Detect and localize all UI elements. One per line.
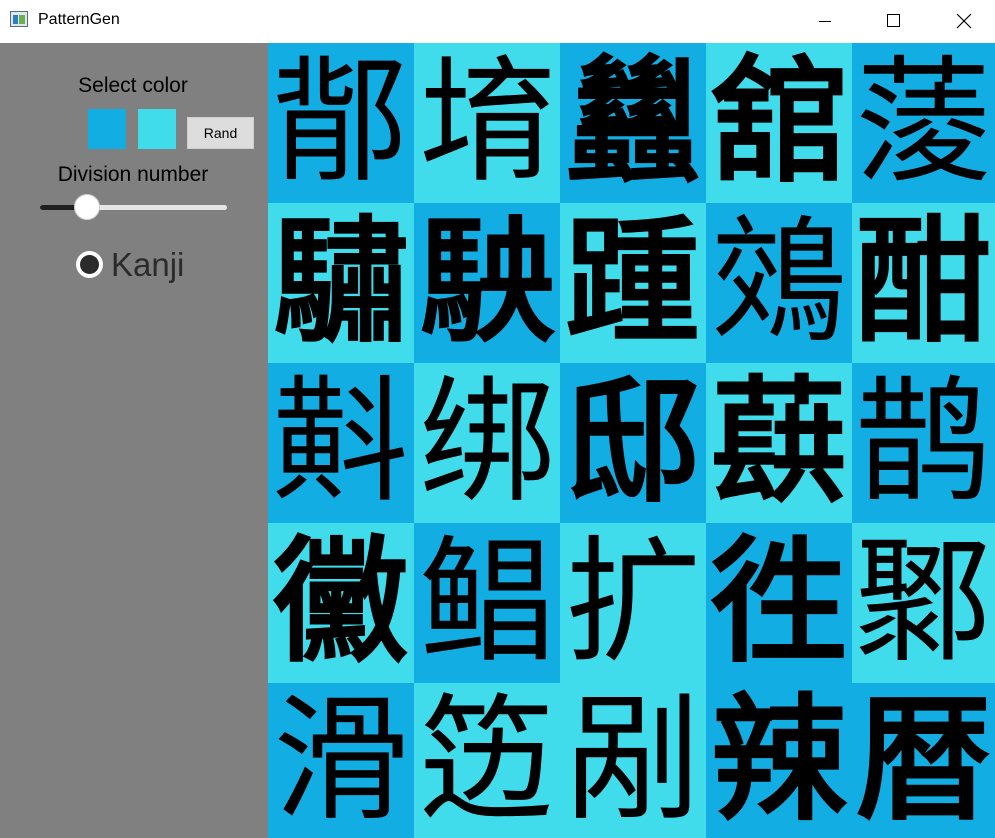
- kanji-cell: 斢: [268, 363, 414, 523]
- kanji-cell: 剐: [560, 683, 706, 838]
- window-title: PatternGen: [38, 11, 120, 28]
- kanji-cell: 鵁: [706, 203, 852, 363]
- rand-button[interactable]: Rand: [187, 117, 254, 149]
- kanji-cell: 徃: [706, 523, 852, 683]
- maximize-button[interactable]: [870, 0, 916, 43]
- control-panel: Select color Rand Division number Kanji: [0, 43, 268, 838]
- kanji-cell: 蕻: [706, 363, 852, 523]
- kanji-cell: 蠿: [560, 43, 706, 203]
- division-number-label: Division number: [57, 163, 209, 186]
- kanji-cell: 鲳: [414, 523, 560, 683]
- pattern-grid: 鄁堉蠿舘蔆驌駚踵鵁酣斢绑邸蕻鹊黴鲳扩徃鄹滑笾剐辣暦: [268, 43, 995, 838]
- division-slider-thumb[interactable]: [73, 194, 100, 220]
- minimize-icon: [819, 21, 831, 22]
- kanji-cell: 酣: [852, 203, 995, 363]
- title-bar: PatternGen: [0, 0, 995, 43]
- kanji-cell: 滑: [268, 683, 414, 838]
- close-button[interactable]: [940, 0, 986, 43]
- kanji-cell: 鄹: [852, 523, 995, 683]
- kanji-cell: 黴: [268, 523, 414, 683]
- kanji-cell: 舘: [706, 43, 852, 203]
- kanji-cell: 駚: [414, 203, 560, 363]
- minimize-button[interactable]: [802, 0, 848, 43]
- kanji-radio-button[interactable]: [76, 251, 103, 278]
- kanji-cell: 堉: [414, 43, 560, 203]
- app-icon: [10, 11, 28, 27]
- kanji-cell: 踵: [560, 203, 706, 363]
- kanji-cell: 鹊: [852, 363, 995, 523]
- kanji-cell: 邸: [560, 363, 706, 523]
- kanji-cell: 辣: [706, 683, 852, 838]
- color-swatch-1[interactable]: [88, 109, 126, 149]
- kanji-cell: 鄁: [268, 43, 414, 203]
- kanji-cell: 暦: [852, 683, 995, 838]
- kanji-cell: 蔆: [852, 43, 995, 203]
- close-icon: [956, 13, 972, 29]
- kanji-cell: 绑: [414, 363, 560, 523]
- kanji-cell: 驌: [268, 203, 414, 363]
- kanji-radio-label[interactable]: Kanji: [111, 246, 184, 284]
- kanji-cell: 扩: [560, 523, 706, 683]
- kanji-cell: 笾: [414, 683, 560, 838]
- color-swatch-2[interactable]: [138, 109, 176, 149]
- division-slider[interactable]: [40, 205, 227, 210]
- radio-selected-dot: [80, 255, 99, 274]
- maximize-icon: [887, 14, 900, 27]
- select-color-label: Select color: [78, 74, 188, 97]
